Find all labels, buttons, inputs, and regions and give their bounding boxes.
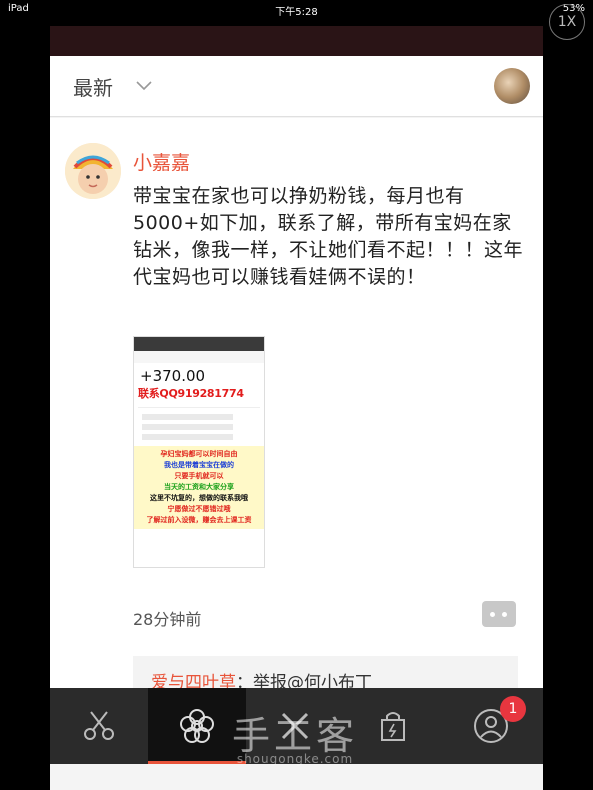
post-card: 小嘉嘉 带宝宝在家也可以挣奶粉钱，每月也有5000+如下加，联系了解，带所有宝妈… xyxy=(50,118,543,711)
image-promo-line: 当天的工资和大家分享 xyxy=(164,483,234,491)
image-detail-line xyxy=(142,424,233,430)
image-detail-line xyxy=(142,414,233,420)
image-subheader xyxy=(134,351,264,363)
image-promo-line: 我也是带着宝宝在做的 xyxy=(164,461,234,469)
image-promo-lines: 孕妇宝妈都可以时间自由 我也是带着宝宝在做的 只要手机就可以当天的工资和大家分享这里… xyxy=(134,446,264,529)
image-promo-line: 孕妇宝妈都可以时间自由 xyxy=(160,450,238,458)
image-header-bar xyxy=(134,337,264,351)
chevron-down-icon[interactable] xyxy=(136,76,152,95)
status-bar: iPad 下午5:28 53% xyxy=(0,0,593,18)
image-amount: +370.00 xyxy=(140,367,206,385)
feed-filter-title[interactable]: 最新 xyxy=(73,72,113,101)
post-image[interactable]: +370.00 联系QQ919281774 孕妇宝妈都可以时间自由 我也是带着宝宝… xyxy=(133,336,265,568)
image-divider xyxy=(138,407,260,408)
app-header: 最新 xyxy=(50,56,543,117)
comment-dot-icon xyxy=(502,612,507,617)
image-promo-line: 这里不坑复的，想做的联系我哦 xyxy=(150,494,248,502)
user-avatar[interactable] xyxy=(494,68,530,104)
image-detail-line xyxy=(142,434,233,440)
watermark-url: shougongke.com xyxy=(236,752,354,766)
post-author-name[interactable]: 小嘉嘉 xyxy=(133,148,190,175)
zoom-toggle-button[interactable]: 1X xyxy=(549,4,585,40)
comment-dot-icon xyxy=(490,612,495,617)
image-qq-text: 联系QQ919281774 xyxy=(138,387,244,400)
notification-badge: 1 xyxy=(500,696,526,722)
image-promo-line: 了解过前入设微，赚会去上课工资 xyxy=(146,516,252,524)
app-frame: 最新 小嘉嘉 带宝宝在家也可以挣奶粉钱，每月也有5000+如下加，联系了解，带所… xyxy=(50,26,543,790)
status-time: 下午5:28 xyxy=(275,7,318,18)
nav-tab-profile[interactable]: 1 xyxy=(442,688,540,764)
post-timestamp: 28分钟前 xyxy=(133,610,202,629)
scissors-icon xyxy=(84,711,114,740)
top-strip xyxy=(50,26,543,56)
comment-button[interactable] xyxy=(482,601,516,627)
post-body-text: 带宝宝在家也可以挣奶粉钱，每月也有5000+如下加，联系了解，带所有宝妈在家钻米… xyxy=(133,185,524,288)
author-avatar[interactable] xyxy=(65,143,121,199)
image-promo-line: 只要手机就可以 xyxy=(174,472,224,480)
nav-tab-scissors[interactable] xyxy=(50,688,148,764)
image-promo-line: 宁愿做过不愿错过哦 xyxy=(167,505,231,513)
